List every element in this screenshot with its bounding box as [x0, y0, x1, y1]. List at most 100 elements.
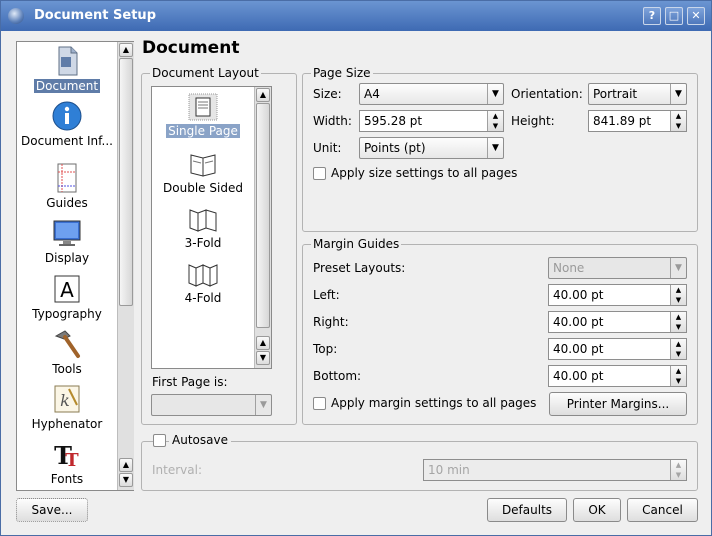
- single-page-icon: [188, 93, 218, 121]
- layout-item-three-fold[interactable]: 3-Fold: [152, 205, 254, 250]
- right-margin-value: 40.00 pt: [553, 315, 604, 329]
- three-fold-icon: [189, 209, 217, 232]
- left-margin-spinbox[interactable]: 40.00 pt ▲ ▼: [548, 284, 687, 306]
- bottom-margin-label: Bottom:: [313, 369, 362, 383]
- first-page-combo[interactable]: ▼: [151, 394, 272, 416]
- sidebar-item-label: Tools: [52, 362, 82, 376]
- spin-arrows-icon[interactable]: ▲ ▼: [670, 366, 686, 386]
- scroll-up-icon[interactable]: ▲: [119, 458, 133, 472]
- layout-list: Single Page Double Sided 3-Fold 4-Fold ▲…: [151, 86, 272, 369]
- chevron-down-icon: ▼: [255, 395, 271, 415]
- interval-label: Interval:: [152, 463, 202, 477]
- layout-item-label: Single Page: [166, 124, 240, 138]
- size-label: Size:: [313, 87, 342, 101]
- ok-button[interactable]: OK: [573, 498, 621, 522]
- group-title: Document Layout: [150, 66, 261, 80]
- close-button[interactable]: ✕: [687, 7, 705, 25]
- layout-item-label: Double Sided: [163, 181, 243, 195]
- scroll-down-icon[interactable]: ▼: [256, 351, 270, 365]
- settings-sidebar: Document Document Inf... Guides Display …: [16, 41, 134, 491]
- scroll-up-icon[interactable]: ▲: [119, 43, 133, 57]
- size-combo[interactable]: A4 ▼: [359, 83, 504, 105]
- scroll-up-icon[interactable]: ▲: [256, 88, 270, 102]
- help-button[interactable]: ?: [643, 7, 661, 25]
- spin-arrows-icon[interactable]: ▲ ▼: [670, 460, 686, 480]
- right-margin-spinbox[interactable]: 40.00 pt ▲ ▼: [548, 311, 687, 333]
- save-button[interactable]: Save...: [16, 498, 88, 522]
- window-title: Document Setup: [34, 8, 156, 23]
- sidebar-item-document[interactable]: Document: [17, 45, 117, 93]
- left-margin-value: 40.00 pt: [553, 288, 604, 302]
- layout-item-single-page[interactable]: Single Page: [152, 93, 254, 138]
- unit-value: Points (pt): [364, 141, 426, 155]
- sidebar-item-typography[interactable]: A Typography: [17, 273, 117, 321]
- right-margin-label: Right:: [313, 315, 349, 329]
- maximize-button[interactable]: □: [665, 7, 683, 25]
- preset-layouts-combo[interactable]: None ▼: [548, 257, 687, 279]
- hyphenator-icon: k: [54, 385, 80, 413]
- bottom-margin-spinbox[interactable]: 40.00 pt ▲ ▼: [548, 365, 687, 387]
- layout-item-four-fold[interactable]: 4-Fold: [152, 260, 254, 305]
- sidebar-item-document-info[interactable]: Document Inf...: [17, 100, 117, 148]
- spin-arrows-icon[interactable]: ▲ ▼: [670, 285, 686, 305]
- sidebar-item-label: Document: [33, 79, 101, 93]
- top-margin-spinbox[interactable]: 40.00 pt ▲ ▼: [548, 338, 687, 360]
- chevron-down-icon: ▼: [487, 138, 503, 158]
- sidebar-item-fonts[interactable]: T T Fonts: [17, 438, 117, 486]
- sidebar-item-label: Typography: [32, 307, 102, 321]
- orientation-combo[interactable]: Portrait ▼: [588, 83, 687, 105]
- height-spinbox[interactable]: 841.89 pt ▲ ▼: [588, 110, 687, 132]
- width-label: Width:: [313, 114, 352, 128]
- spin-arrows-icon[interactable]: ▲ ▼: [670, 339, 686, 359]
- height-value: 841.89 pt: [593, 114, 652, 128]
- printer-margins-button[interactable]: Printer Margins...: [549, 392, 687, 416]
- spin-arrows-icon[interactable]: ▲ ▼: [487, 111, 503, 131]
- sidebar-item-tools[interactable]: Tools: [17, 328, 117, 376]
- first-page-label: First Page is:: [152, 375, 228, 389]
- layout-list-scrollbar[interactable]: ▲ ▲ ▼: [254, 87, 271, 368]
- sidebar-item-guides[interactable]: Guides: [17, 162, 117, 210]
- sidebar-item-label: Guides: [46, 196, 88, 210]
- chevron-down-icon: ▼: [670, 258, 686, 278]
- sidebar-item-hyphenator[interactable]: k Hyphenator: [17, 383, 117, 431]
- apply-margins-checkbox[interactable]: [313, 397, 326, 410]
- spin-arrows-icon[interactable]: ▲ ▼: [670, 111, 686, 131]
- size-value: A4: [364, 87, 380, 101]
- svg-text:k: k: [60, 391, 70, 410]
- scroll-thumb[interactable]: [256, 103, 270, 328]
- scroll-up-icon[interactable]: ▲: [256, 336, 270, 350]
- cancel-button[interactable]: Cancel: [627, 498, 698, 522]
- left-margin-label: Left:: [313, 288, 340, 302]
- width-value: 595.28 pt: [364, 114, 423, 128]
- sidebar-scrollbar[interactable]: ▲ ▲ ▼: [117, 42, 134, 490]
- layout-item-label: 4-Fold: [184, 291, 222, 305]
- apply-size-checkbox[interactable]: [313, 167, 326, 180]
- spin-arrows-icon[interactable]: ▲ ▼: [670, 312, 686, 332]
- scroll-thumb[interactable]: [119, 58, 133, 306]
- four-fold-icon: [188, 264, 218, 287]
- double-sided-icon: [190, 154, 216, 177]
- width-spinbox[interactable]: 595.28 pt ▲ ▼: [359, 110, 504, 132]
- defaults-button[interactable]: Defaults: [487, 498, 567, 522]
- preset-value: None: [553, 261, 585, 275]
- svg-text:A: A: [60, 278, 74, 302]
- scroll-down-icon[interactable]: ▼: [119, 473, 133, 487]
- guides-icon: [57, 163, 77, 193]
- group-title: Page Size: [311, 66, 373, 80]
- apply-margins-label: Apply margin settings to all pages: [331, 396, 537, 410]
- interval-spinbox[interactable]: 10 min ▲ ▼: [423, 459, 687, 481]
- unit-label: Unit:: [313, 141, 342, 155]
- sidebar-item-label: Display: [44, 251, 90, 265]
- title-bar[interactable]: Document Setup ? □ ✕: [1, 1, 711, 31]
- info-icon: [52, 101, 82, 131]
- group-title: Margin Guides: [311, 237, 402, 251]
- top-margin-label: Top:: [313, 342, 338, 356]
- unit-combo[interactable]: Points (pt) ▼: [359, 137, 504, 159]
- preset-layouts-label: Preset Layouts:: [313, 261, 406, 275]
- hammer-icon: [54, 330, 80, 358]
- autosave-label: Autosave: [169, 433, 231, 447]
- autosave-checkbox[interactable]: [153, 434, 166, 447]
- layout-item-double-sided[interactable]: Double Sided: [152, 150, 254, 195]
- sidebar-item-display[interactable]: Display: [17, 217, 117, 265]
- sidebar-item-label: Hyphenator: [31, 417, 103, 431]
